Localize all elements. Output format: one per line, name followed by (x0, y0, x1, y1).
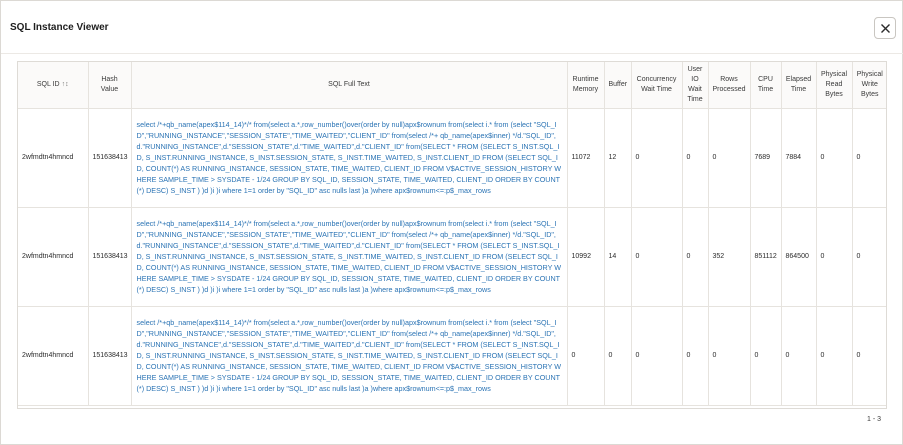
cell-buffer: 12 (604, 108, 632, 208)
cell-runtime-memory: 11072 (567, 108, 605, 208)
column-header-label: Hash Value (100, 75, 119, 93)
sort-ascending-icon[interactable]: ↑↕ (62, 81, 69, 88)
data-table: SQL ID ↑↕ Hash Value SQL Full Text Runtime M… (18, 62, 886, 406)
cell-rows-processed: 352 (708, 207, 751, 307)
column-header-concurrency-wait-time[interactable]: Concurrency Wait Time (631, 62, 683, 109)
cell-physical-write-bytes: 0 (852, 108, 886, 208)
cell-elapsed-time: 864500 (781, 207, 817, 307)
cell-cpu-time: 851112 (750, 207, 782, 307)
cell-elapsed-time: 7884 (781, 108, 817, 208)
pagination-label: 1 - 3 (867, 416, 882, 423)
column-header-label: SQL ID (36, 80, 60, 88)
cell-concurrency-wait-time: 0 (631, 207, 683, 307)
column-header-hash-value[interactable]: Hash Value (88, 62, 132, 109)
cell-concurrency-wait-time: 0 (631, 306, 683, 406)
dialog-header: SQL Instance Viewer (1, 1, 903, 54)
cell-rows-processed: 0 (708, 108, 751, 208)
table-body: 2wfmdtn4hmncd 151638413 select /*+qb_name(… (18, 108, 886, 406)
cell-cpu-time: 7689 (750, 108, 782, 208)
cell-physical-write-bytes: 0 (852, 207, 886, 307)
cell-user-io-wait-time: 0 (682, 108, 709, 208)
column-header-runtime-memory[interactable]: Runtime Memory (567, 62, 605, 109)
table-row[interactable]: 2wfmdtn4hmncd 151638413 select /*+qb_name(… (18, 207, 886, 307)
cell-user-io-wait-time: 0 (682, 306, 709, 406)
column-header-label: Buffer (608, 80, 628, 88)
sql-instance-viewer-dialog: SQL Instance Viewer SQL ID ↑↕ Hash Value… (0, 0, 903, 445)
cell-sql-id: 2wfmdtn4hmncd (18, 108, 89, 208)
cell-elapsed-time: 0 (781, 306, 817, 406)
cell-cpu-time: 0 (750, 306, 782, 406)
cell-physical-read-bytes: 0 (816, 306, 853, 406)
close-icon (881, 24, 890, 33)
column-header-label: Rows Processed (712, 75, 746, 93)
column-header-cpu-time[interactable]: CPU Time (750, 62, 782, 109)
cell-sql-id: 2wfmdtn4hmncd (18, 306, 89, 406)
column-header-label: Elapsed Time (785, 75, 812, 93)
sql-instance-table: SQL ID ↑↕ Hash Value SQL Full Text Runtime M… (17, 61, 887, 409)
cell-hash-value: 151638413 (88, 108, 132, 208)
cell-physical-write-bytes: 0 (852, 306, 886, 406)
column-header-label: User IO Wait Time (687, 65, 703, 103)
table-row[interactable]: 2wfmdtn4hmncd 151638413 select /*+qb_name(… (18, 108, 886, 208)
column-header-label: Physical Write Bytes (856, 70, 883, 98)
close-button[interactable] (874, 17, 896, 39)
table-row[interactable]: 2wfmdtn4hmncd 151638413 select /*+qb_name(… (18, 306, 886, 406)
column-header-sql-full-text[interactable]: SQL Full Text (131, 62, 568, 109)
cell-buffer: 0 (604, 306, 632, 406)
cell-runtime-memory: 0 (567, 306, 605, 406)
column-header-label: CPU Time (757, 75, 774, 93)
column-header-physical-read-bytes[interactable]: Physical Read Bytes (816, 62, 853, 109)
column-header-physical-write-bytes[interactable]: Physical Write Bytes (852, 62, 886, 109)
column-header-buffer[interactable]: Buffer (604, 62, 632, 109)
cell-sql-full-text: select /*+qb_name(apex$114_14)*/* from(s… (131, 207, 568, 307)
column-header-user-io-wait-time[interactable]: User IO Wait Time (682, 62, 709, 109)
column-header-label: Physical Read Bytes (820, 70, 848, 98)
cell-user-io-wait-time: 0 (682, 207, 709, 307)
cell-sql-full-text: select /*+qb_name(apex$114_14)*/* from(s… (131, 306, 568, 406)
cell-sql-id: 2wfmdtn4hmncd (18, 207, 89, 307)
column-header-elapsed-time[interactable]: Elapsed Time (781, 62, 817, 109)
column-header-label: Concurrency Wait Time (636, 75, 677, 93)
cell-sql-full-text: select /*+qb_name(apex$114_14)*/* from(s… (131, 108, 568, 208)
cell-hash-value: 151638413 (88, 207, 132, 307)
cell-buffer: 14 (604, 207, 632, 307)
column-header-sql-id[interactable]: SQL ID ↑↕ (18, 62, 89, 109)
cell-hash-value: 151638413 (88, 306, 132, 406)
table-header-row: SQL ID ↑↕ Hash Value SQL Full Text Runtime M… (18, 62, 886, 109)
cell-physical-read-bytes: 0 (816, 108, 853, 208)
cell-physical-read-bytes: 0 (816, 207, 853, 307)
cell-rows-processed: 0 (708, 306, 751, 406)
column-header-label: SQL Full Text (328, 80, 370, 88)
column-header-rows-processed[interactable]: Rows Processed (708, 62, 751, 109)
dialog-title: SQL Instance Viewer (10, 22, 109, 33)
column-header-label: Runtime Memory (572, 75, 599, 93)
cell-concurrency-wait-time: 0 (631, 108, 683, 208)
cell-runtime-memory: 10992 (567, 207, 605, 307)
